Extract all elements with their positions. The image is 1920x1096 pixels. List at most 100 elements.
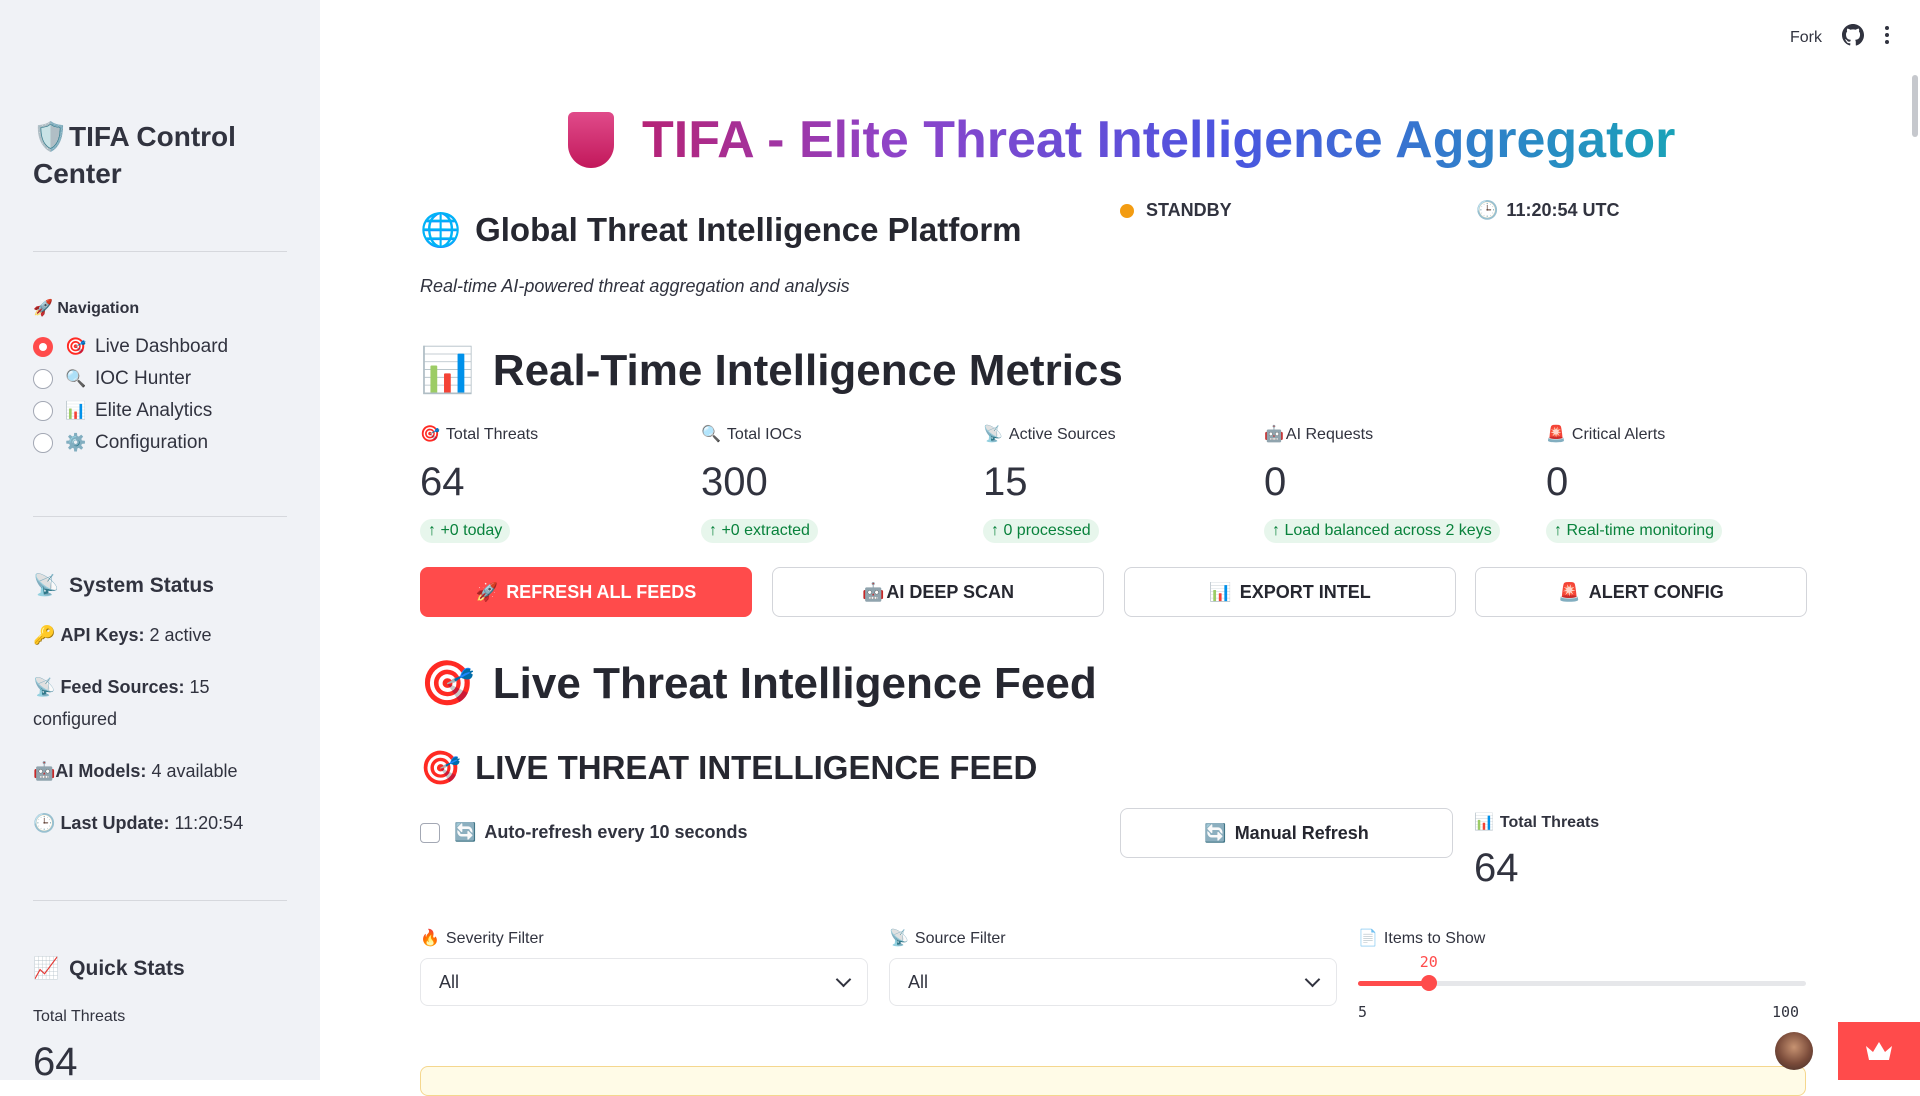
metric-total-threats: 🎯 Total Threats 64 ↑ +0 today [420, 424, 680, 543]
metrics-title: Real-Time Intelligence Metrics [492, 346, 1123, 395]
ai-deep-scan-button[interactable]: 🤖 AI DEEP SCAN [772, 567, 1104, 617]
api-keys-value: 2 active [149, 625, 212, 645]
platform-subtitle: Real-time AI-powered threat aggregation … [420, 276, 850, 296]
clock-display: 🕒 11:20:54 UTC [1476, 200, 1619, 221]
fork-link[interactable]: Fork [1790, 29, 1822, 47]
slider-max: 100 [1772, 1003, 1800, 1021]
metric-total-iocs: 🔍 Total IOCs 300 ↑ +0 extracted [701, 424, 961, 543]
bar-chart-icon: 📊 [1209, 581, 1232, 602]
target-icon: 🎯 [420, 659, 475, 708]
ai-models-value: 4 available [151, 761, 238, 781]
source-filter-value: All [908, 971, 929, 992]
radio[interactable] [33, 433, 53, 453]
metric-label: 🤖 AI Requests [1264, 424, 1554, 444]
radio-selected[interactable] [33, 337, 53, 357]
bar-chart-icon: 📊 [420, 346, 475, 395]
api-keys-status: 🔑 API Keys: 2 active [33, 619, 283, 651]
metric-value: 300 [701, 460, 768, 504]
manual-refresh-button[interactable]: 🔄 Manual Refresh [1120, 808, 1453, 858]
button-label: ALERT CONFIG [1588, 581, 1724, 602]
bar-chart-icon: 📊 [65, 401, 87, 420]
severity-filter-select[interactable]: All [420, 958, 868, 1006]
bar-chart-icon: 📊 [1474, 814, 1494, 831]
key-icon: 🔑 [33, 625, 56, 645]
status-indicator: STANDBY [1120, 200, 1232, 221]
feed-sources-status: 📡 Feed Sources: 15 configured [33, 671, 283, 735]
nav-item-live-dashboard[interactable]: 🎯 Live Dashboard [33, 331, 228, 363]
globe-icon: 🌐 [420, 211, 462, 248]
nav-label: 🚀 Navigation [33, 300, 140, 317]
metric-label: 🔍 Total IOCs [701, 424, 961, 444]
severity-filter-value: All [439, 971, 460, 992]
satellite-icon: 📡 [889, 930, 909, 947]
metric-delta: ↑ Real-time monitoring [1546, 519, 1723, 543]
button-label: AI DEEP SCAN [886, 581, 1015, 602]
chevron-down-icon [1304, 971, 1321, 987]
nav-item-configuration[interactable]: ⚙️ Configuration [33, 427, 228, 459]
crown-icon[interactable] [1838, 1022, 1920, 1080]
last-update-label: Last Update: [60, 813, 170, 833]
feed-total-threats: 📊 Total Threats 64 [1474, 812, 1599, 891]
metric-delta-text: +0 today [440, 522, 503, 539]
search-icon: 🔍 [65, 369, 87, 388]
trend-chart-icon: 📈 [33, 957, 60, 980]
metric-label-text: Active Sources [1008, 426, 1116, 443]
nav-item-label: Elite Analytics [95, 400, 213, 421]
robot-icon: 🤖 [861, 581, 885, 602]
radio[interactable] [33, 369, 53, 389]
quick-stats-heading: 📈 Quick Stats [33, 957, 185, 981]
metric-label: 📡 Active Sources [983, 424, 1243, 444]
metric-value: 15 [983, 460, 1028, 504]
source-filter-label-text: Source Filter [914, 930, 1006, 947]
severity-filter-label: 🔥 Severity Filter [420, 928, 544, 948]
auto-refresh-text: Auto-refresh every 10 seconds [484, 822, 748, 842]
avatar[interactable] [1775, 1032, 1813, 1070]
nav-item-label: IOC Hunter [95, 368, 192, 389]
nav-item-elite-analytics[interactable]: 📊 Elite Analytics [33, 395, 228, 427]
last-update-status: 🕒 Last Update: 11:20:54 [33, 807, 283, 839]
github-icon[interactable] [1842, 24, 1865, 52]
platform-title: Global Threat Intelligence Platform [475, 211, 1022, 248]
metric-label-text: AI Requests [1285, 426, 1374, 443]
metric-label: 🎯 Total Threats [420, 424, 680, 444]
clock-text: 11:20:54 UTC [1506, 200, 1620, 220]
nav-item-ioc-hunter[interactable]: 🔍 IOC Hunter [33, 363, 228, 395]
metric-delta: ↑ 0 processed [983, 519, 1099, 543]
severity-filter-label-text: Severity Filter [445, 930, 544, 947]
alert-config-button[interactable]: 🚨 ALERT CONFIG [1475, 567, 1807, 617]
slider-value: 20 [1419, 953, 1438, 971]
refresh-icon: 🔄 [1204, 822, 1227, 843]
clock-icon: 🕒 [33, 813, 56, 833]
source-filter-select[interactable]: All [889, 958, 1337, 1006]
ai-models-status: 🤖AI Models: 4 available [33, 755, 283, 787]
slider-min: 5 [1358, 1003, 1368, 1021]
siren-icon: 🚨 [1546, 426, 1566, 443]
refresh-icon: 🔄 [454, 822, 477, 842]
refresh-all-feeds-button[interactable]: 🚀 REFRESH ALL FEEDS [420, 567, 752, 617]
search-icon: 🔍 [701, 426, 721, 443]
metric-value: 64 [420, 460, 465, 504]
status-dot [1120, 203, 1134, 218]
target-icon: 🎯 [65, 337, 87, 356]
metric-label-text: Total Threats [1499, 814, 1600, 831]
auto-refresh-checkbox[interactable] [420, 823, 440, 843]
metric-delta-text: Real-time monitoring [1566, 522, 1715, 539]
auto-refresh-label[interactable]: 🔄 Auto-refresh every 10 seconds [454, 822, 748, 843]
metric-ai-requests: 🤖 AI Requests 0 ↑ Load balanced across 2 … [1264, 424, 1554, 543]
quick-stats-label: Total Threats [33, 1008, 126, 1025]
feed-sources-label: Feed Sources: [60, 677, 185, 697]
metric-label-text: Total IOCs [726, 426, 802, 443]
button-label: REFRESH ALL FEEDS [506, 581, 697, 602]
app-toolbar: Fork [1790, 24, 1890, 52]
divider [33, 900, 287, 901]
slider-thumb[interactable] [1420, 975, 1437, 991]
export-intel-button[interactable]: 📊 EXPORT INTEL [1124, 567, 1456, 617]
items-slider[interactable] [1358, 975, 1806, 991]
radio[interactable] [33, 401, 53, 421]
more-vertical-icon[interactable] [1884, 25, 1890, 51]
scrollbar-thumb[interactable] [1912, 75, 1918, 137]
nav-radio-group: 🎯 Live Dashboard 🔍 IOC Hunter 📊 Elite An… [33, 331, 228, 459]
quick-stats-title: Quick Stats [69, 957, 185, 980]
ai-models-label: AI Models: [55, 761, 147, 781]
metric-value: 0 [1264, 460, 1287, 504]
